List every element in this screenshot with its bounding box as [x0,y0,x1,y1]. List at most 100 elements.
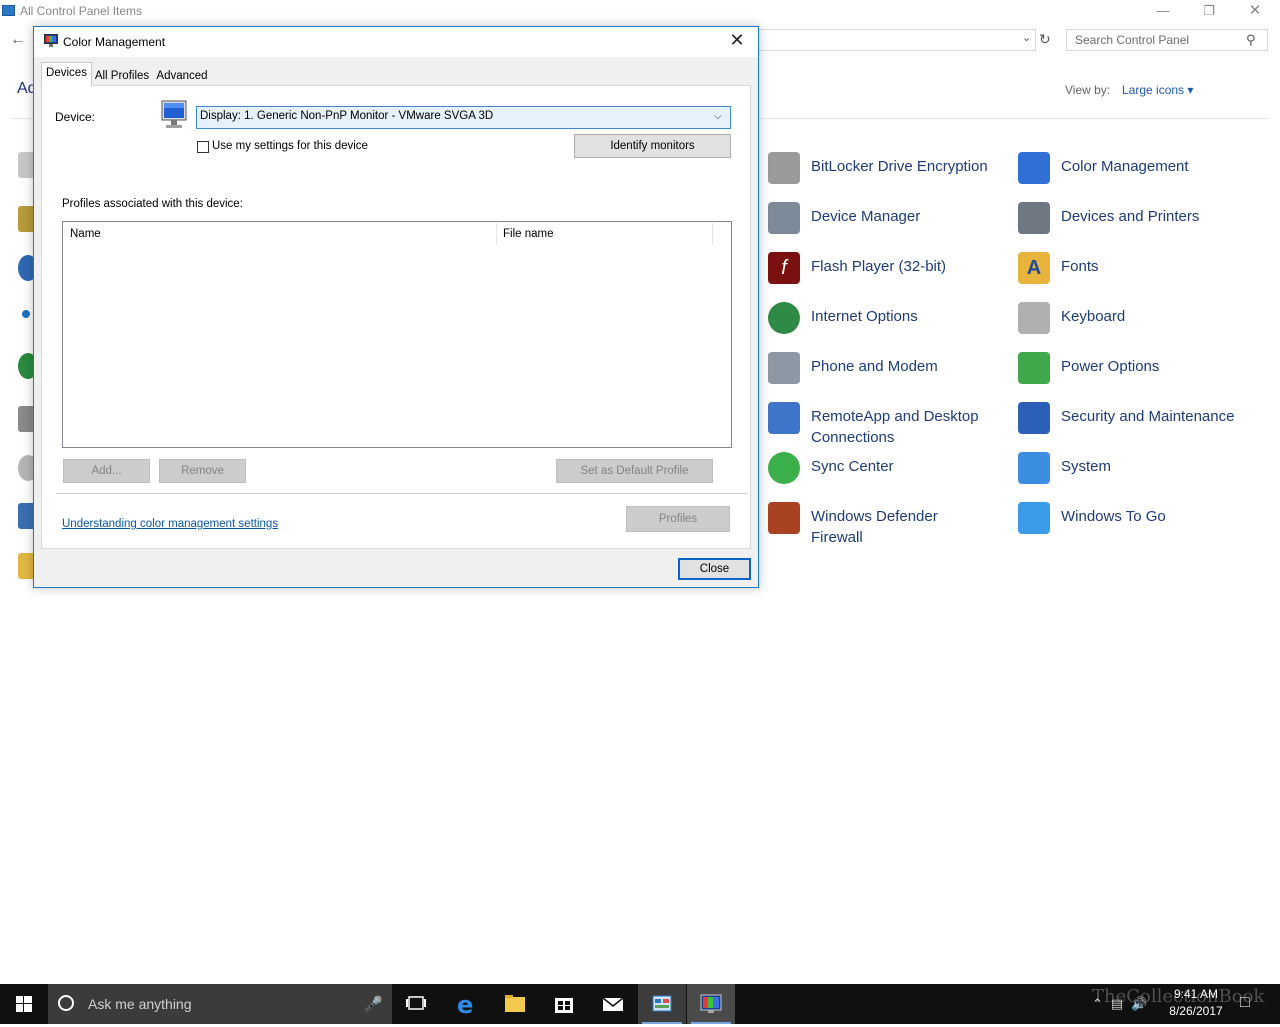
device-manager-icon [768,202,800,234]
flash-player-icon: f [768,252,800,284]
control-panel-item-label: RemoteApp and Desktop Connections [811,408,979,446]
system-tray-icons[interactable]: ⌃▤🔊 [1092,996,1155,1012]
profiles-associated-label: Profiles associated with this device: [62,198,243,210]
control-panel-item[interactable]: Devices and Printers [1018,200,1268,240]
restore-icon[interactable]: ❐ [1186,0,1232,22]
phone-modem-icon [768,352,800,384]
control-panel-item[interactable]: System [1018,450,1268,490]
color-management-icon [1018,152,1050,184]
control-panel-item[interactable]: Security and Maintenance [1018,400,1268,440]
control-panel-item[interactable]: Phone and Modem [768,350,1008,390]
firewall-icon [768,502,800,534]
color-management-icon [44,34,58,47]
control-panel-item-label: Phone and Modem [811,358,938,375]
dialog-title: Color Management [63,35,166,49]
column-separator[interactable] [496,223,497,245]
view-by-dropdown[interactable]: Large icons ▾ [1122,83,1193,97]
clock-date[interactable]: 8/26/2017 [1166,1004,1226,1018]
monitor-icon [161,100,187,128]
store-icon[interactable] [540,984,588,1024]
bitlocker-icon [768,152,800,184]
bullet-icon [22,310,30,318]
remoteapp-icon [768,402,800,434]
system-icon [1018,452,1050,484]
control-panel-item-label: Flash Player (32-bit) [811,258,947,275]
divider [56,493,748,494]
microphone-icon[interactable]: 🎤 [364,995,383,1013]
search-icon[interactable]: ⚲ [1246,32,1256,48]
remove-button[interactable]: Remove [159,459,246,483]
device-dropdown-value: Display: 1. Generic Non-PnP Monitor - VM… [200,110,494,122]
control-panel-item[interactable]: A Fonts [1018,250,1268,290]
profiles-button[interactable]: Profiles [626,506,730,532]
fonts-icon: A [1018,252,1050,284]
control-panel-item[interactable]: RemoteApp and Desktop Connections [768,400,1008,446]
view-by-label: View by: [1065,83,1111,97]
control-panel-item[interactable]: Color Management [1018,150,1268,190]
control-panel-item-label: Devices and Printers [1061,208,1200,225]
use-settings-label[interactable]: Use my settings for this device [212,140,368,152]
control-panel-item-label: Windows To Go [1061,508,1166,525]
profiles-list[interactable] [62,221,732,448]
address-bar[interactable] [758,29,1036,51]
control-panel-icon [652,995,672,1012]
control-panel-icon [2,5,15,16]
control-panel-titlebar: All Control Panel Items — ❐ ✕ [0,0,1280,22]
color-management-taskbar-button[interactable] [687,984,735,1024]
control-panel-item[interactable]: BitLocker Drive Encryption [768,150,1008,190]
control-panel-item[interactable]: Power Options [1018,350,1268,390]
control-panel-item[interactable]: Device Manager [768,200,1008,240]
control-panel-title: All Control Panel Items [20,4,143,18]
devices-printers-icon [1018,202,1050,234]
chevron-down-icon[interactable]: ⌄ [1022,31,1031,44]
column-separator[interactable] [712,223,713,245]
close-icon[interactable]: ✕ [1232,0,1278,22]
cortana-search-placeholder: Ask me anything [88,996,192,1012]
set-default-profile-button[interactable]: Set as Default Profile [556,459,713,483]
control-panel-item-label: Device Manager [811,208,921,225]
refresh-icon[interactable]: ↻ [1039,31,1051,48]
control-panel-item-label: Power Options [1061,358,1160,375]
svg-text:e: e [457,991,473,1019]
control-panel-item[interactable]: Windows To Go [1018,500,1268,540]
windows-to-go-icon [1018,502,1050,534]
security-flag-icon [1018,402,1050,434]
control-panel-item-label: Internet Options [811,308,918,325]
device-label: Device: [55,110,96,124]
minimize-icon[interactable]: — [1140,0,1186,22]
mail-icon[interactable] [589,984,637,1024]
control-panel-item-label: Color Management [1061,158,1189,175]
windows-start-icon[interactable] [0,984,48,1024]
edge-browser-icon[interactable]: e [442,984,490,1024]
add-button[interactable]: Add... [63,459,150,483]
sync-center-icon [768,452,800,484]
dialog-titlebar: Color Management ✕ [34,27,758,57]
control-panel-item[interactable]: Sync Center [768,450,1008,490]
control-panel-item-label: Windows Defender Firewall [811,508,938,546]
back-arrow-icon[interactable]: ← [10,31,26,49]
control-panel-item-label: BitLocker Drive Encryption [811,158,988,175]
control-panel-item-label: Security and Maintenance [1061,408,1235,425]
file-explorer-icon[interactable] [491,984,539,1024]
column-header-name[interactable]: Name [70,228,101,240]
taskbar: Ask me anything 🎤 e TheCollectionBook ⌃▤… [0,984,1280,1024]
understanding-color-management-link[interactable]: Understanding color management settings [62,518,278,530]
control-panel-taskbar-button[interactable] [638,984,686,1024]
use-settings-checkbox[interactable] [197,141,209,153]
control-panel-item[interactable]: Internet Options [768,300,1008,340]
identify-monitors-button[interactable]: Identify monitors [574,134,731,158]
close-icon[interactable]: ✕ [725,30,749,51]
control-panel-item[interactable]: f Flash Player (32-bit) [768,250,1008,290]
control-panel-item-label: Sync Center [811,458,894,475]
tab-devices[interactable]: Devices [41,62,92,86]
control-panel-item[interactable]: Windows Defender Firewall [768,500,1008,546]
search-placeholder: Search Control Panel [1075,33,1190,47]
close-button[interactable]: Close [678,558,751,580]
control-panel-item[interactable]: Keyboard [1018,300,1268,340]
task-view-icon[interactable] [392,984,440,1024]
chevron-down-icon[interactable]: ⌵ [714,111,722,122]
control-panel-item-label: System [1061,458,1112,475]
clock-time[interactable]: 9:41 AM [1168,987,1224,1002]
column-header-file-name[interactable]: File name [503,228,554,240]
action-center-icon[interactable]: □ [1240,994,1250,1012]
